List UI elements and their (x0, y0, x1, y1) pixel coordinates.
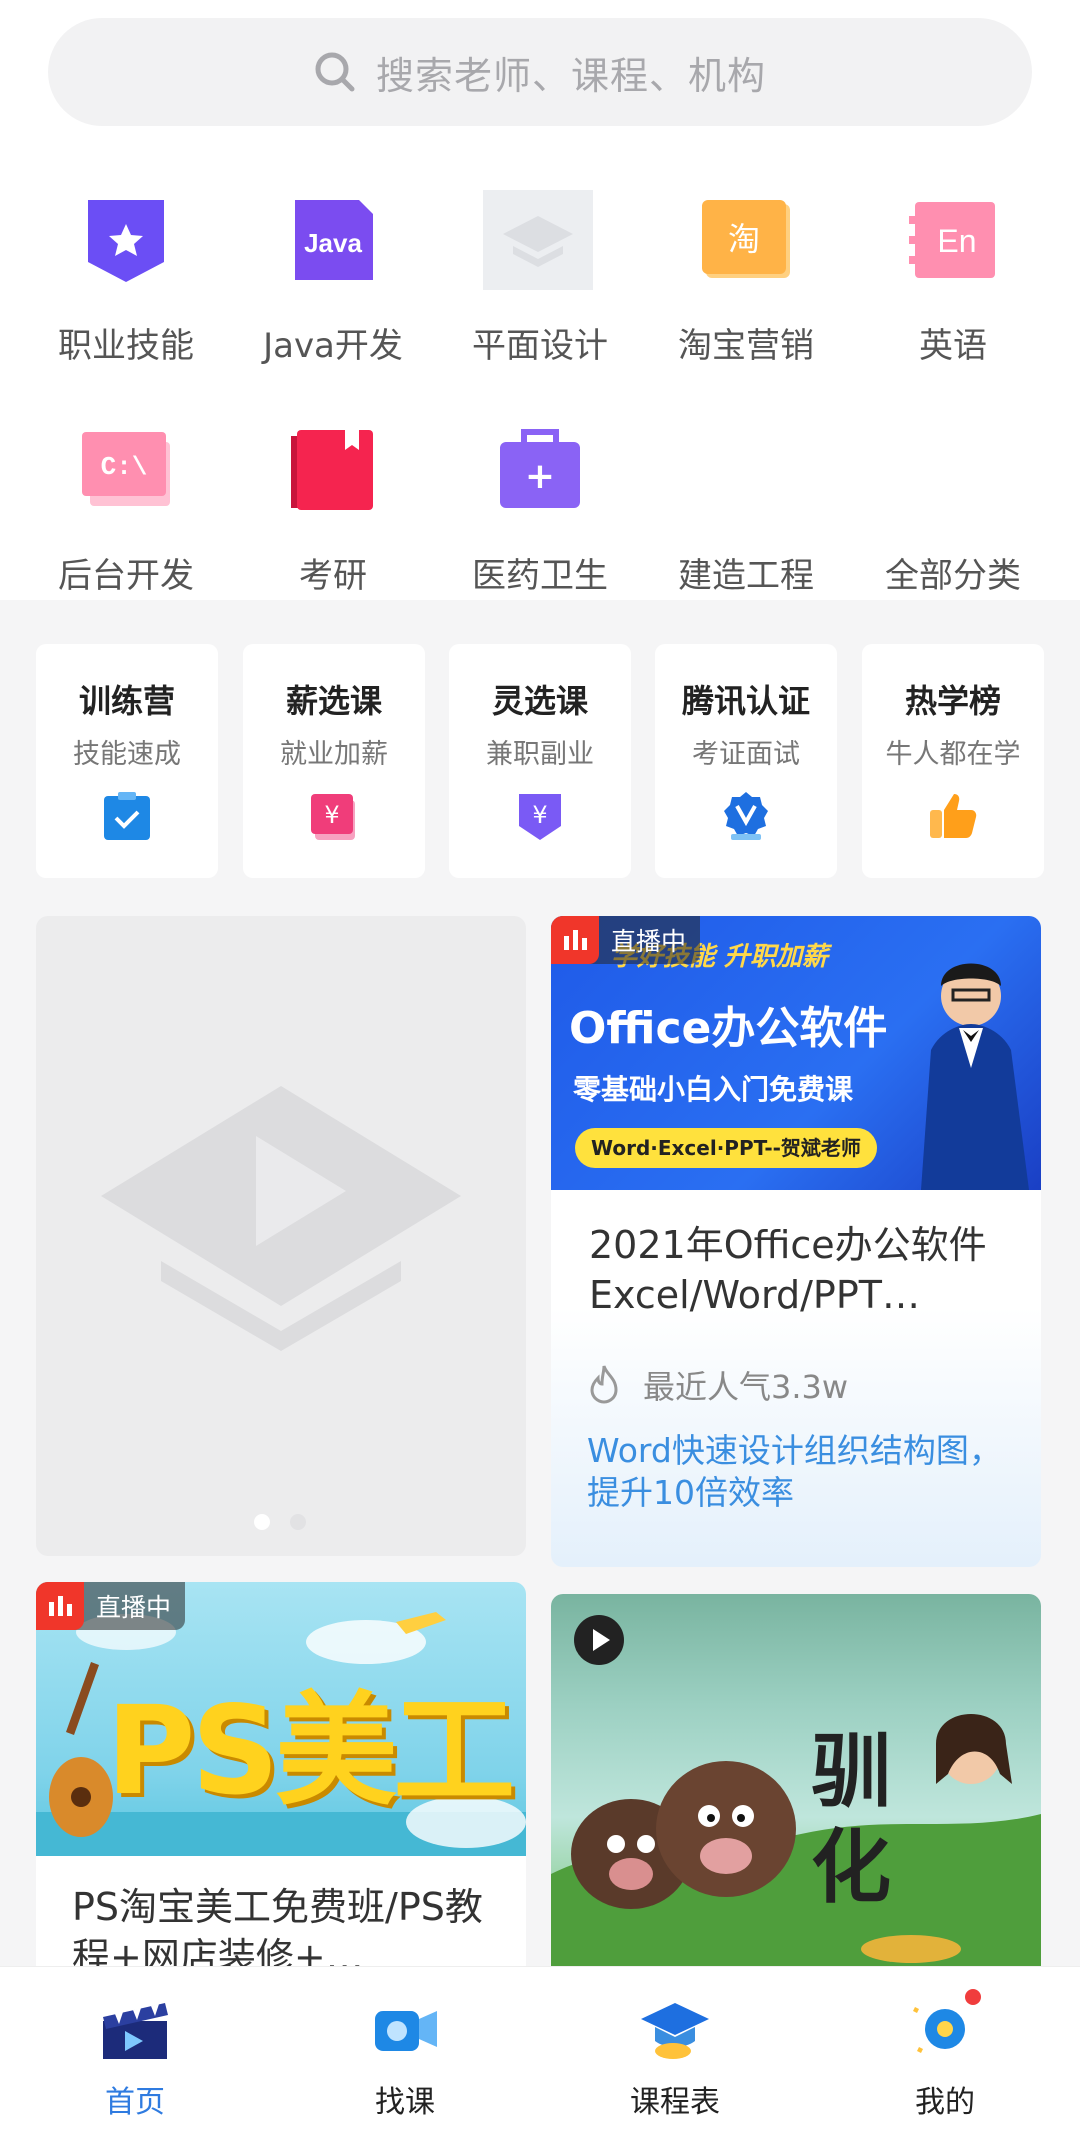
category-label: 考研 (299, 556, 367, 596)
badge-star-icon (88, 200, 164, 282)
medical-icon-text: + (525, 456, 555, 497)
category-postgraduate-exam[interactable]: 考研 (230, 420, 436, 620)
category-graphic-design[interactable]: 平面设计 (437, 190, 643, 390)
medical-kit-icon: + (500, 429, 580, 508)
english-icon-text: En (937, 223, 976, 259)
feature-title: 灵选课 (491, 682, 588, 720)
banner-text: 驯化 (811, 1725, 891, 1914)
live-bars-icon (36, 1582, 84, 1630)
placeholder-image-icon (483, 190, 593, 290)
yen-shield-icon: ¥ (519, 794, 561, 840)
carousel-dot[interactable] (290, 1514, 306, 1530)
feature-training-camp[interactable]: 训练营 技能速成 (36, 644, 218, 878)
live-label: 直播中 (611, 927, 687, 956)
feature-title: 腾讯认证 (681, 682, 810, 720)
yen-card-icon: ¥ (311, 794, 355, 840)
feature-hot-ranking[interactable]: 热学榜 牛人都在学 (862, 644, 1044, 878)
live-bars-icon (551, 916, 599, 964)
thumbs-up-icon (930, 794, 977, 838)
category-label: 职业技能 (58, 326, 194, 366)
play-icon[interactable] (573, 1614, 625, 1666)
clapperboard-icon (103, 2003, 168, 2059)
category-label: Java开发 (263, 326, 403, 366)
live-badge: 直播中 (36, 1582, 186, 1630)
carousel-placeholder[interactable] (36, 916, 526, 1556)
tab-profile[interactable]: 我的 (810, 1967, 1080, 2137)
search-placeholder: 搜索老师、课程、机构 (375, 53, 766, 98)
feature-subtitle: 牛人都在学 (885, 739, 1021, 770)
course-title: 2021年Office办公软件Excel/Word/PPT… (589, 1223, 987, 1317)
taobao-icon-text: 淘 (728, 220, 760, 258)
feature-title: 热学榜 (904, 682, 1001, 720)
category-java[interactable]: Java Java开发 (230, 190, 436, 390)
category-label: 全部分类 (885, 556, 1021, 596)
category-label: 平面设计 (472, 326, 608, 366)
course-card-video[interactable]: 驯化 (551, 1594, 1041, 1966)
flame-icon (590, 1365, 618, 1404)
terminal-icon: C:\ (82, 432, 170, 506)
course-card-ps[interactable]: PS美工 直播中 PS淘宝美工免费班/PS教程+网店装修+… (36, 1582, 526, 1966)
feature-subtitle: 就业加薪 (280, 739, 388, 770)
tab-label: 首页 (105, 2085, 165, 2120)
category-all[interactable]: 全部分类 (850, 420, 1056, 620)
tab-find-course[interactable]: 找课 (270, 1967, 540, 2137)
search-input[interactable]: 搜索老师、课程、机构 (48, 18, 1032, 126)
course-card-office[interactable]: 学好技能 升职加薪 Office办公软件 零基础小白入门免费课 Word·Exc… (551, 916, 1041, 1567)
bookmark-book-icon (291, 430, 373, 510)
svg-text:¥: ¥ (324, 801, 339, 829)
category-label: 医药卫生 (472, 556, 608, 596)
feature-title: 薪选课 (285, 682, 382, 720)
course-banner-video: 驯化 (551, 1594, 1041, 1966)
tab-label: 我的 (915, 2085, 975, 2120)
category-taobao-marketing[interactable]: 淘 淘宝营销 (643, 190, 849, 390)
banner-text: PS美工 (106, 1680, 515, 1822)
category-backend[interactable]: C:\ 后台开发 (23, 420, 229, 620)
svg-text:¥: ¥ (532, 801, 547, 829)
feature-salary-course[interactable]: 薪选课 就业加薪 ¥ (243, 644, 425, 878)
live-badge: 直播中 (551, 916, 701, 964)
bottom-tab-bar: 首页 找课 课程表 我的 (0, 1966, 1080, 2137)
tab-home[interactable]: 首页 (0, 1967, 270, 2137)
taobao-icon: 淘 (702, 200, 790, 278)
banner-subtitle: 零基础小白入门免费课 (573, 1073, 854, 1106)
category-label: 淘宝营销 (678, 326, 814, 366)
banner-title: Office办公软件 (569, 1003, 888, 1054)
category-medicine[interactable]: + 医药卫生 (437, 420, 643, 620)
feature-subtitle: 兼职副业 (486, 739, 594, 770)
category-construction[interactable]: 建造工程 (643, 420, 849, 620)
tab-label: 课程表 (630, 2085, 720, 2120)
feature-tencent-certification[interactable]: 腾讯认证 考证面试 (655, 644, 837, 878)
course-popularity: 最近人气3.3w (643, 1368, 849, 1406)
carousel-dot-active[interactable] (254, 1514, 270, 1530)
terminal-icon-text: C:\ (101, 452, 148, 482)
feature-title: 训练营 (78, 682, 175, 720)
category-label: 英语 (919, 326, 987, 366)
category-career-skills[interactable]: 职业技能 (23, 190, 229, 390)
teacher-figure-icon (921, 963, 1029, 1190)
category-english[interactable]: En 英语 (850, 190, 1056, 390)
search-icon (315, 52, 355, 92)
feature-subtitle: 考证面试 (692, 739, 800, 770)
course-title: PS淘宝美工免费班/PS教程+网店装修+… (72, 1885, 483, 1966)
feature-subtitle: 技能速成 (73, 739, 181, 770)
category-label: 建造工程 (678, 556, 814, 596)
certificate-medal-icon (724, 792, 768, 840)
check-clipboard-icon (104, 792, 150, 840)
feature-flexible-course[interactable]: 灵选课 兼职副业 ¥ (449, 644, 631, 878)
java-file-icon: Java (295, 200, 373, 280)
graduation-cap-icon (641, 2003, 709, 2059)
camera-search-icon (375, 2011, 437, 2051)
english-book-icon: En (909, 202, 995, 278)
live-label: 直播中 (96, 1593, 172, 1622)
tab-label: 找课 (375, 2085, 435, 2120)
placeholder-logo-icon (101, 1086, 461, 1351)
course-highlight: Word快速设计组织结构图，提升10倍效率 (587, 1431, 1002, 1512)
profile-gear-icon (913, 1989, 981, 2053)
category-label: 后台开发 (58, 556, 194, 596)
tab-schedule[interactable]: 课程表 (540, 1967, 810, 2137)
banner-tag: Word·Excel·PPT--贺斌老师 (575, 1128, 877, 1168)
java-icon-text: Java (304, 228, 362, 258)
